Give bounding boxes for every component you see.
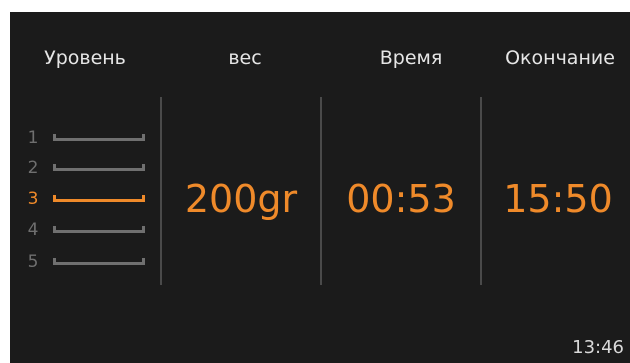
tray-icon bbox=[53, 134, 145, 141]
level-row-5[interactable]: 5 bbox=[26, 249, 166, 275]
level-number: 5 bbox=[27, 252, 39, 272]
tray-icon bbox=[53, 258, 145, 265]
level-row-4[interactable]: 4 bbox=[26, 217, 166, 243]
weight-header: вес bbox=[228, 47, 262, 69]
level-row-2[interactable]: 2 bbox=[26, 155, 166, 181]
end-time-value[interactable]: 15:50 bbox=[496, 176, 620, 222]
time-value[interactable]: 00:53 bbox=[336, 176, 466, 222]
level-number: 3 bbox=[27, 189, 39, 209]
end-header: Окончание bbox=[505, 47, 615, 69]
tray-icon bbox=[53, 164, 145, 171]
tray-icon bbox=[53, 226, 145, 233]
level-header: Уровень bbox=[44, 47, 126, 69]
level-row-3[interactable]: 3 bbox=[26, 186, 166, 212]
level-row-1[interactable]: 1 bbox=[26, 125, 166, 151]
tray-icon bbox=[53, 195, 145, 202]
column-divider bbox=[480, 97, 482, 285]
header-row: Уровень вес Время Окончание bbox=[0, 47, 630, 77]
clock: 13:46 bbox=[572, 337, 624, 358]
weight-value[interactable]: 200gr bbox=[176, 176, 306, 222]
column-divider bbox=[320, 97, 322, 285]
level-number: 2 bbox=[27, 158, 39, 178]
level-number: 1 bbox=[27, 128, 39, 148]
time-header: Время bbox=[379, 47, 443, 69]
level-number: 4 bbox=[27, 220, 39, 240]
